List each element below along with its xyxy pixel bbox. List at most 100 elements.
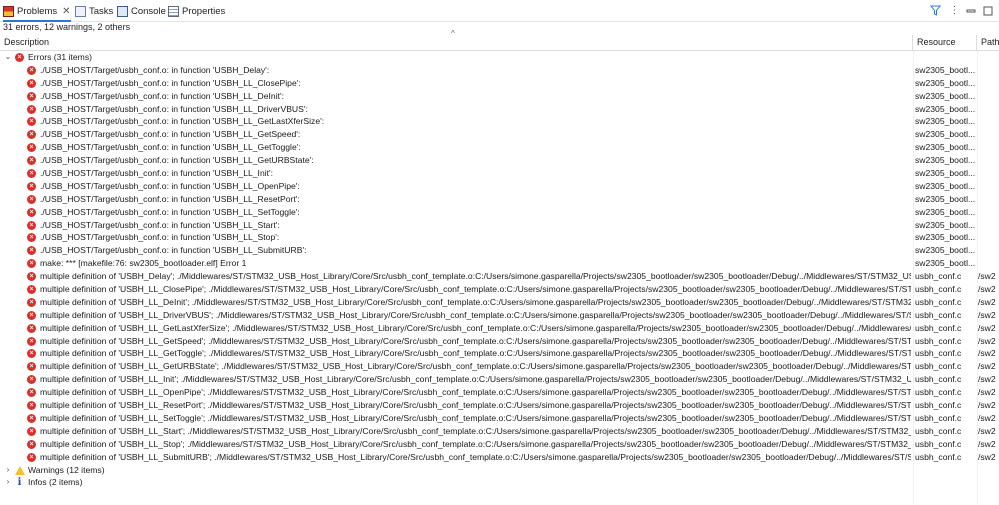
problem-description: make: *** [makefile:76: sw2305_bootloade… <box>40 258 247 269</box>
group-label: Warnings (12 items) <box>28 464 105 475</box>
problem-description: multiple definition of 'USBH_LL_Init'; .… <box>40 374 911 385</box>
error-icon: × <box>27 285 36 295</box>
table-row[interactable]: × ./USB_HOST/Target/usbh_conf.o: in funct… <box>0 244 999 257</box>
error-icon: × <box>27 156 36 166</box>
problems-summary: 31 errors, 12 warnings, 2 others <box>3 22 131 32</box>
problem-description: ./USB_HOST/Target/usbh_conf.o: in functi… <box>40 64 270 75</box>
view-tab-bar: Problems ✕ Tasks Console Properties ⋮ <box>0 0 999 22</box>
table-row[interactable]: × multiple definition of 'USBH_LL_DeInit'… <box>0 296 999 309</box>
error-icon: × <box>15 53 24 62</box>
tab-problems-label: Problems <box>17 5 58 17</box>
filter-icon[interactable] <box>929 4 942 17</box>
problem-path <box>978 141 999 154</box>
problem-path: /sw2 <box>978 412 996 423</box>
column-header-resource[interactable]: Resource <box>913 35 977 50</box>
error-icon: × <box>27 181 36 191</box>
table-row[interactable]: × make: *** [makefile:76: sw2305_bootload… <box>0 257 999 270</box>
table-row[interactable]: × multiple definition of 'USBH_LL_GetSpee… <box>0 335 999 348</box>
error-icon: × <box>27 413 36 423</box>
table-row[interactable]: × multiple definition of 'USBH_LL_GetTogg… <box>0 347 999 360</box>
info-icon: i <box>17 477 22 489</box>
table-row[interactable]: × ./USB_HOST/Target/usbh_conf.o: in funct… <box>0 103 999 116</box>
maximize-icon[interactable] <box>981 4 994 17</box>
table-row[interactable]: × multiple definition of 'USBH_LL_GetLast… <box>0 322 999 335</box>
error-icon: × <box>27 246 36 256</box>
problem-path: /sw2 <box>978 296 996 307</box>
problem-path <box>978 244 999 257</box>
table-row[interactable]: × ./USB_HOST/Target/usbh_conf.o: in funct… <box>0 90 999 103</box>
problem-resource: sw2305_bootl... <box>915 116 976 127</box>
error-icon: × <box>27 130 36 140</box>
close-icon[interactable]: ✕ <box>62 6 70 17</box>
tab-properties[interactable]: Properties <box>168 2 225 20</box>
table-row[interactable]: × ./USB_HOST/Target/usbh_conf.o: in funct… <box>0 141 999 154</box>
problem-path: /sw2 <box>978 438 996 449</box>
table-row[interactable]: × ./USB_HOST/Target/usbh_conf.o: in funct… <box>0 77 999 90</box>
tab-problems[interactable]: Problems ✕ <box>3 2 71 22</box>
error-icon: × <box>27 91 36 101</box>
table-row[interactable]: × multiple definition of 'USBH_LL_ClosePi… <box>0 283 999 296</box>
minimize-icon[interactable] <box>964 4 977 17</box>
problem-description: ./USB_HOST/Target/usbh_conf.o: in functi… <box>40 116 325 127</box>
table-row[interactable]: × multiple definition of 'USBH_LL_Init'; … <box>0 373 999 386</box>
problem-description: ./USB_HOST/Target/usbh_conf.o: in functi… <box>40 77 301 88</box>
chevron-right-icon[interactable]: › <box>4 476 12 489</box>
column-header-path[interactable]: Path <box>977 35 999 50</box>
table-row[interactable]: × multiple definition of 'USBH_LL_DriverV… <box>0 309 999 322</box>
table-row[interactable]: × ./USB_HOST/Target/usbh_conf.o: in funct… <box>0 193 999 206</box>
table-row[interactable]: × multiple definition of 'USBH_LL_GetURBS… <box>0 360 999 373</box>
error-icon: × <box>27 207 36 217</box>
problem-path <box>978 77 999 90</box>
tab-tasks[interactable]: Tasks <box>75 2 113 20</box>
problem-description: multiple definition of 'USBH_LL_SetToggl… <box>40 412 911 423</box>
table-row[interactable]: × multiple definition of 'USBH_LL_SetTogg… <box>0 412 999 425</box>
table-row[interactable]: × multiple definition of 'USBH_LL_Start';… <box>0 425 999 438</box>
error-icon: × <box>27 104 36 114</box>
error-icon: × <box>27 143 36 153</box>
problem-resource: usbh_conf.c <box>915 412 962 423</box>
table-row[interactable]: × multiple definition of 'USBH_LL_SubmitU… <box>0 451 999 464</box>
group-row-infos[interactable]: › i Infos (2 items) <box>0 476 999 489</box>
table-row[interactable]: × ./USB_HOST/Target/usbh_conf.o: in funct… <box>0 231 999 244</box>
problem-description: ./USB_HOST/Target/usbh_conf.o: in functi… <box>40 245 307 256</box>
group-row-warnings[interactable]: › Warnings (12 items) <box>0 464 999 477</box>
problem-description: multiple definition of 'USBH_LL_Start'; … <box>40 425 911 436</box>
group-label: Errors (31 items) <box>28 52 92 62</box>
problem-resource: usbh_conf.c <box>915 387 962 398</box>
problem-resource: usbh_conf.c <box>915 271 962 282</box>
problem-resource: usbh_conf.c <box>915 296 962 307</box>
chevron-right-icon[interactable]: › <box>4 464 12 477</box>
table-row[interactable]: × ./USB_HOST/Target/usbh_conf.o: in funct… <box>0 167 999 180</box>
table-row[interactable]: × multiple definition of 'USBH_LL_OpenPip… <box>0 386 999 399</box>
problem-path <box>978 103 999 116</box>
table-row[interactable]: × ./USB_HOST/Target/usbh_conf.o: in funct… <box>0 219 999 232</box>
chevron-down-icon[interactable]: ⌄ <box>4 51 12 64</box>
table-row[interactable]: × ./USB_HOST/Target/usbh_conf.o: in funct… <box>0 115 999 128</box>
problem-resource: sw2305_bootl... <box>915 258 976 269</box>
table-row[interactable]: × ./USB_HOST/Target/usbh_conf.o: in funct… <box>0 206 999 219</box>
table-row[interactable]: × ./USB_HOST/Target/usbh_conf.o: in funct… <box>0 180 999 193</box>
problem-resource: usbh_conf.c <box>915 335 962 346</box>
problem-path <box>978 257 999 270</box>
problem-resource: usbh_conf.c <box>915 425 962 436</box>
table-row[interactable]: × ./USB_HOST/Target/usbh_conf.o: in funct… <box>0 128 999 141</box>
table-row[interactable]: × multiple definition of 'USBH_Delay'; ./… <box>0 270 999 283</box>
tab-console[interactable]: Console <box>117 2 166 20</box>
column-header-description[interactable]: Description <box>0 35 913 50</box>
table-row[interactable]: × ./USB_HOST/Target/usbh_conf.o: in funct… <box>0 154 999 167</box>
view-menu-icon[interactable]: ⋮ <box>948 4 961 17</box>
group-label: Infos (2 items) <box>28 477 83 488</box>
group-row-errors[interactable]: ⌄ × Errors (31 items) <box>0 51 999 64</box>
problem-path: /sw2 <box>978 309 996 320</box>
error-icon: × <box>27 362 36 372</box>
problem-resource: sw2305_bootl... <box>915 168 976 179</box>
problem-resource: sw2305_bootl... <box>915 206 976 217</box>
table-row[interactable]: × multiple definition of 'USBH_LL_Stop'; … <box>0 438 999 451</box>
table-row[interactable]: × multiple definition of 'USBH_LL_ResetPo… <box>0 399 999 412</box>
problem-description: multiple definition of 'USBH_LL_Stop'; .… <box>40 438 911 449</box>
problem-description: ./USB_HOST/Target/usbh_conf.o: in functi… <box>40 232 280 243</box>
properties-icon <box>168 5 179 17</box>
error-icon: × <box>27 233 36 243</box>
table-row[interactable]: × ./USB_HOST/Target/usbh_conf.o: in funct… <box>0 64 999 77</box>
problem-description: ./USB_HOST/Target/usbh_conf.o: in functi… <box>40 103 308 114</box>
